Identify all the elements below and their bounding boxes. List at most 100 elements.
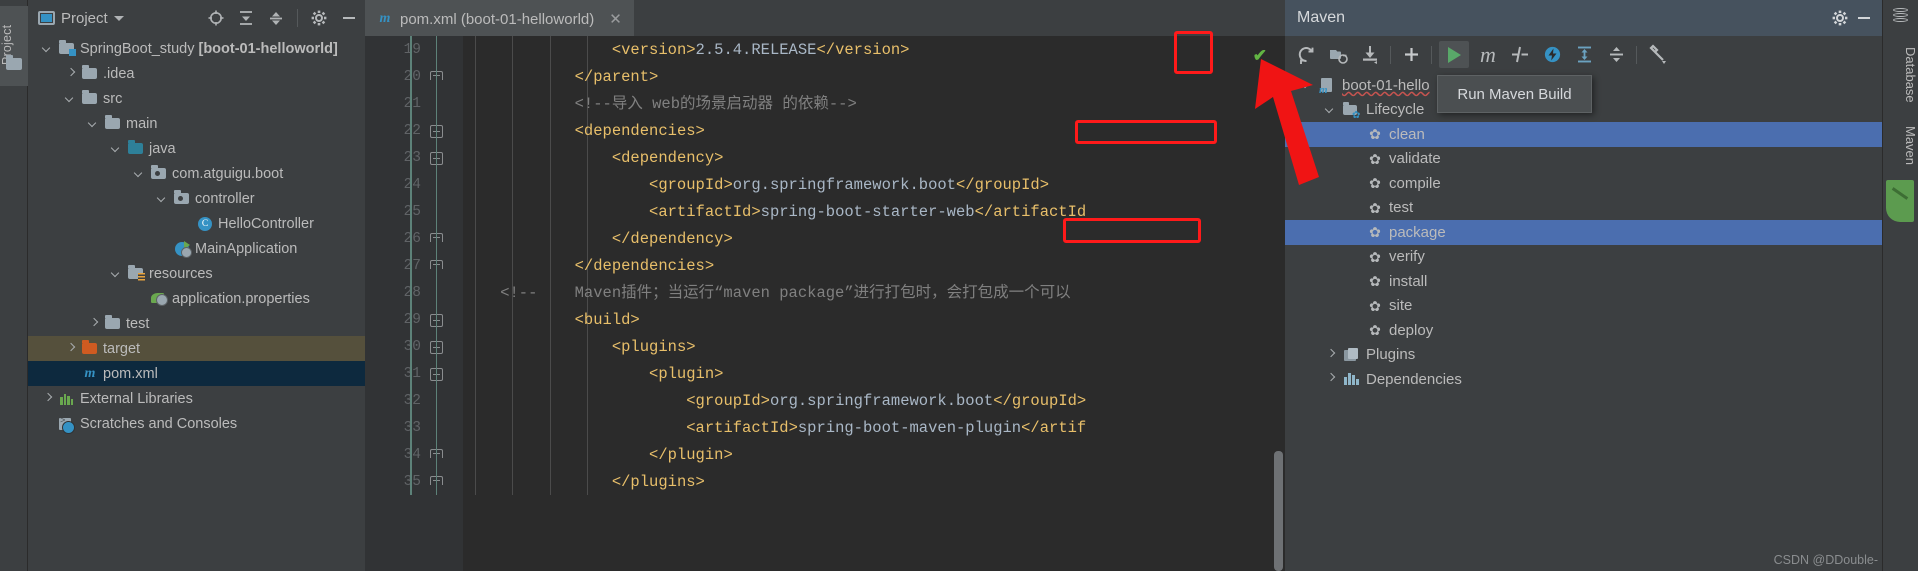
plugins-icon — [1343, 347, 1360, 363]
project-tree-item[interactable]: test — [28, 311, 365, 336]
maven-tree-item[interactable]: Plugins — [1285, 343, 1882, 368]
disclosure-triangle-icon[interactable] — [88, 118, 100, 130]
maven-leaf-icon[interactable] — [1886, 180, 1914, 222]
run-maven-build-button[interactable] — [1437, 39, 1471, 70]
maven-tree-item[interactable]: ✿ deploy — [1285, 318, 1882, 343]
minimize-icon[interactable] — [1852, 6, 1876, 30]
maven-panel-title: Maven — [1297, 9, 1346, 26]
disclosure-triangle-icon[interactable] — [1325, 104, 1337, 116]
code-token: <artifactId> — [686, 419, 798, 437]
maven-settings-wrench-icon[interactable] — [1642, 40, 1672, 69]
project-tree-item[interactable]: main — [28, 111, 365, 136]
project-tree-item[interactable]: src — [28, 86, 365, 111]
minimize-icon[interactable] — [337, 6, 361, 30]
code-viewport[interactable]: 19 20 21 22 23 24 25 26 27 28 29 30 31 32 33 34 35 <vers… — [365, 36, 1285, 571]
code-token: <dependencies> — [574, 122, 705, 140]
collapse-all-icon[interactable] — [264, 6, 288, 30]
project-tree-item[interactable]: Scratches and Consoles — [28, 411, 365, 436]
execute-maven-goal-icon[interactable]: m — [1473, 40, 1503, 69]
disclosure-triangle-icon[interactable] — [42, 393, 54, 405]
toggle-skip-tests-icon[interactable] — [1505, 40, 1535, 69]
disclosure-triangle-icon[interactable] — [65, 68, 77, 80]
project-tree-item[interactable]: java — [28, 136, 365, 161]
maven-tree-item[interactable]: ✿ compile — [1285, 171, 1882, 196]
disclosure-triangle-icon[interactable] — [65, 343, 77, 355]
close-icon[interactable]: ✕ — [609, 10, 622, 28]
code-token: </version> — [816, 41, 910, 59]
disclosure-triangle-icon[interactable] — [65, 93, 77, 105]
project-tree-item[interactable]: .idea — [28, 61, 365, 86]
expand-all-icon[interactable] — [1569, 40, 1599, 69]
disclosure-triangle-icon — [180, 218, 192, 230]
project-view-icon — [38, 11, 55, 25]
add-maven-projects-icon[interactable] — [1323, 40, 1353, 69]
disclosure-triangle-icon — [65, 368, 77, 380]
reimport-icon[interactable] — [1291, 40, 1321, 69]
project-tree-item[interactable]: target — [28, 336, 365, 361]
collapse-all-icon[interactable] — [1601, 40, 1631, 69]
chevron-down-icon[interactable] — [113, 15, 124, 21]
right-tool-strip: Database Maven — [1882, 0, 1918, 571]
fold-region-line — [436, 36, 437, 495]
tool-tab-database[interactable]: Database — [1882, 30, 1918, 116]
disclosure-triangle-icon[interactable] — [1325, 373, 1337, 385]
disclosure-triangle-icon[interactable] — [111, 143, 123, 155]
line-number: 27 — [403, 258, 421, 274]
project-tree-item[interactable]: External Libraries — [28, 386, 365, 411]
maven-tree-item[interactable]: Dependencies — [1285, 367, 1882, 392]
maven-tree-item[interactable]: ✿ site — [1285, 294, 1882, 319]
run-maven-build-icon — [1447, 46, 1461, 63]
disclosure-triangle-icon[interactable] — [111, 268, 123, 280]
database-icon[interactable] — [1893, 8, 1908, 23]
maven-tree-item[interactable]: ✿ package — [1285, 220, 1882, 245]
download-sources-icon[interactable] — [1355, 40, 1385, 69]
project-tree-item[interactable]: m pom.xml — [28, 361, 365, 386]
maven-tree-item[interactable]: ✿ clean — [1285, 122, 1882, 147]
disclosure-triangle-icon — [1349, 202, 1361, 214]
code-line: <build> — [463, 307, 640, 334]
project-tree-item[interactable]: controller — [28, 186, 365, 211]
maven-tree-item[interactable]: ✿ validate — [1285, 147, 1882, 172]
disclosure-triangle-icon[interactable] — [157, 193, 169, 205]
gear-icon[interactable] — [1828, 6, 1852, 30]
disclosure-triangle-icon[interactable] — [1301, 79, 1313, 91]
project-tree-item[interactable]: SpringBoot_study [boot-01-helloworld] — [28, 36, 365, 61]
code-token: <artifactId> — [649, 203, 761, 221]
line-number: 20 — [403, 69, 421, 85]
maven-goal-gear-icon: ✿ — [1369, 248, 1381, 265]
editor-vertical-scrollbar[interactable] — [1274, 451, 1283, 571]
ok-check-icon[interactable]: ✔ — [1253, 46, 1267, 66]
project-tree-item[interactable]: resources — [28, 261, 365, 286]
divider — [1636, 45, 1637, 64]
project-tree-item-label: Scratches and Consoles — [80, 415, 238, 432]
line-number: 25 — [403, 204, 421, 220]
maven-panel-header: Maven — [1285, 0, 1882, 36]
gear-icon[interactable] — [307, 6, 331, 30]
folder-icon[interactable] — [6, 55, 22, 72]
maven-tree-item[interactable]: ✿ verify — [1285, 245, 1882, 270]
project-tree-item[interactable]: com.atguigu.boot — [28, 161, 365, 186]
editor-tab-pom-xml[interactable]: m pom.xml (boot-01-helloworld) ✕ — [365, 0, 634, 36]
toggle-offline-mode-icon[interactable] — [1537, 40, 1567, 69]
disclosure-triangle-icon[interactable] — [134, 168, 146, 180]
disclosure-triangle-icon[interactable] — [88, 318, 100, 330]
disclosure-triangle-icon[interactable] — [42, 43, 54, 55]
project-tree-item[interactable]: application.properties — [28, 286, 365, 311]
crosshair-locate-icon[interactable] — [204, 6, 228, 30]
disclosure-triangle-icon[interactable] — [1325, 349, 1337, 361]
maven-tree-item[interactable]: ✿ test — [1285, 196, 1882, 221]
project-tree-item-label: resources — [149, 265, 213, 282]
add-icon[interactable] — [1396, 40, 1426, 69]
editor-gutter[interactable]: 19 20 21 22 23 24 25 26 27 28 29 30 31 32 33 34 35 — [365, 36, 463, 571]
tool-tab-project[interactable]: Project — [0, 6, 28, 86]
maven-tree-item[interactable]: ✿ install — [1285, 269, 1882, 294]
project-tree-item[interactable]: MainApplication — [28, 236, 365, 261]
lifecycle-folder-icon: ✿ — [1343, 101, 1360, 120]
project-tree-item[interactable]: C HelloController — [28, 211, 365, 236]
expand-all-icon[interactable] — [234, 6, 258, 30]
tool-tab-maven[interactable]: Maven — [1882, 112, 1918, 176]
